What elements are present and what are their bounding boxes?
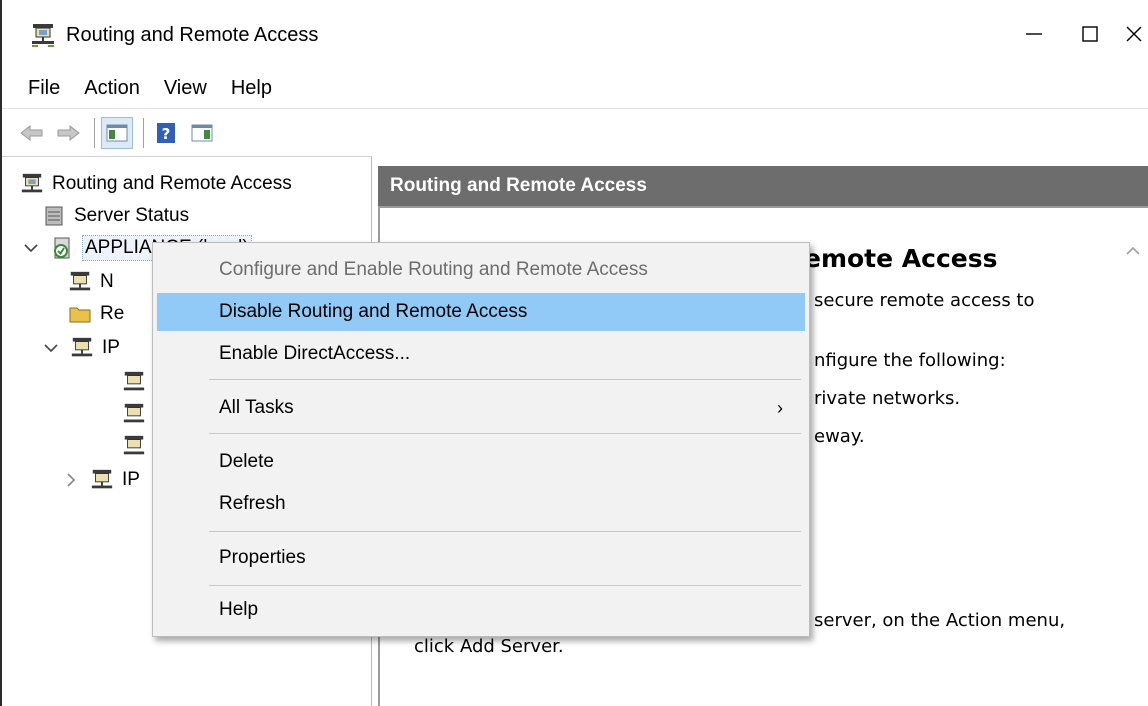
chevron-right-icon (67, 473, 76, 487)
rras-window: Routing and Remote Access File Action Vi… (0, 0, 1148, 706)
server-network-icon (69, 271, 91, 291)
server-network-icon (123, 371, 145, 391)
toolbar-separator (143, 117, 144, 148)
server-network-icon (123, 435, 145, 455)
chevron-down-icon (24, 244, 38, 253)
menu-bar: File Action View Help (2, 68, 1148, 108)
action-pane-button[interactable] (186, 117, 218, 149)
window-title: Routing and Remote Access (66, 24, 319, 46)
menu-item-enable-directaccess[interactable]: Enable DirectAccess... (157, 335, 805, 373)
minimize-button[interactable] (1006, 14, 1062, 54)
title-bar: Routing and Remote Access (2, 0, 1148, 68)
help-button[interactable]: ? (150, 117, 182, 149)
menu-item-refresh[interactable]: Refresh (157, 485, 805, 523)
server-status-icon (45, 206, 63, 226)
welcome-text: server, on the Action menu, (814, 610, 1066, 631)
server-network-icon (21, 173, 43, 193)
menu-item-properties[interactable]: Properties (157, 539, 805, 577)
welcome-text: click Add Server. (414, 636, 564, 657)
action-pane-icon (191, 124, 213, 141)
tree-item-ipv4-child[interactable] (122, 365, 154, 399)
menu-separator (209, 433, 801, 434)
menu-item-delete[interactable]: Delete (157, 443, 805, 481)
context-menu: Configure and Enable Routing and Remote … (152, 242, 810, 637)
close-button[interactable] (1106, 14, 1148, 54)
back-button[interactable] (16, 117, 48, 149)
welcome-text: rivate networks. (814, 388, 961, 409)
scroll-up-icon[interactable] (1124, 242, 1142, 260)
toolbar: ? (2, 108, 1148, 156)
server-network-icon (71, 337, 93, 357)
menu-item-all-tasks[interactable]: All Tasks › (157, 389, 805, 427)
menu-item-configure[interactable]: Configure and Enable Routing and Remote … (157, 251, 805, 289)
welcome-text: nfigure the following: (814, 350, 1006, 371)
tree-label: IP (102, 337, 120, 358)
back-arrow-icon (20, 124, 43, 141)
menu-view[interactable]: View (152, 68, 219, 108)
welcome-heading: emote Access (804, 244, 998, 273)
submenu-arrow-icon: › (777, 398, 783, 418)
help-icon: ? (157, 122, 175, 143)
tree-item-network-interfaces[interactable]: N (68, 265, 114, 299)
tree-label: Re (100, 303, 125, 324)
menu-separator (209, 531, 801, 532)
menu-file[interactable]: File (16, 68, 72, 108)
server-network-icon (32, 24, 54, 47)
welcome-text: eway. (814, 426, 865, 447)
close-icon (1126, 26, 1142, 42)
tree-item-ipv4[interactable]: IP (42, 331, 120, 365)
show-hide-tree-button[interactable] (101, 116, 133, 149)
tree-item-root[interactable]: Routing and Remote Access (20, 167, 292, 201)
details-pane-header: Routing and Remote Access (378, 166, 1148, 206)
tree-item-server-status[interactable]: Server Status (42, 199, 189, 233)
menu-item-help[interactable]: Help (157, 591, 805, 629)
menu-item-disable[interactable]: Disable Routing and Remote Access (157, 293, 805, 331)
server-enabled-icon (54, 237, 70, 259)
show-hide-tree-icon (106, 124, 128, 141)
tree-label: Server Status (74, 205, 190, 226)
tree-label: Routing and Remote Access (52, 173, 292, 194)
maximize-icon (1082, 26, 1098, 42)
menu-help[interactable]: Help (219, 68, 284, 108)
menu-separator (209, 379, 801, 380)
tree-item-remote-access-clients[interactable]: Re (68, 297, 124, 331)
tree-item-ipv4-child[interactable] (122, 429, 154, 463)
menu-action[interactable]: Action (72, 68, 152, 108)
menu-separator (209, 585, 801, 586)
forward-arrow-icon (57, 124, 80, 141)
toolbar-separator (94, 117, 95, 148)
folder-icon (69, 307, 91, 323)
tree-item-ipv4-child[interactable] (122, 397, 154, 431)
server-network-icon (91, 469, 113, 489)
tree-label: N (100, 271, 114, 292)
tree-label: IP (122, 469, 140, 490)
tree-item-ipv6[interactable]: IP (62, 463, 140, 497)
chevron-down-icon (44, 344, 58, 353)
forward-button[interactable] (52, 117, 84, 149)
welcome-text: secure remote access to (814, 290, 1035, 311)
menu-item-label: All Tasks (219, 397, 294, 418)
svg-text:?: ? (162, 125, 171, 143)
minimize-icon (1026, 33, 1042, 35)
server-network-icon (123, 403, 145, 423)
